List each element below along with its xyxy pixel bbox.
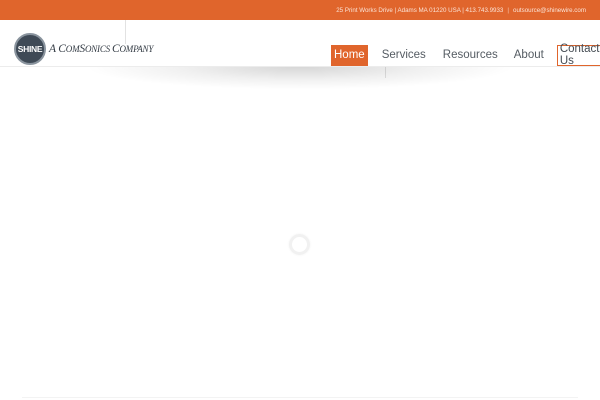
nav-about[interactable]: About xyxy=(511,45,547,66)
shine-logo-badge: SHINE xyxy=(14,33,46,65)
logo-badge-text: SHINE xyxy=(17,44,43,54)
nav-contact-us[interactable]: Contact Us xyxy=(556,43,600,67)
loading-spinner-icon xyxy=(289,234,310,255)
header-shadow xyxy=(90,67,510,89)
logo-tagline: A COMSONICS COMPANY xyxy=(49,43,154,55)
address-phone-text: 25 Print Works Drive | Adams MA 01220 US… xyxy=(336,6,504,14)
site-logo[interactable]: SHINE A COMSONICS COMPANY xyxy=(14,33,153,65)
email-link[interactable]: outsource@shinewire.com xyxy=(513,7,586,14)
nav-resources[interactable]: Resources xyxy=(440,45,501,66)
nav-services[interactable]: Services xyxy=(379,45,429,66)
top-info-bar: 25 Print Works Drive | Adams MA 01220 US… xyxy=(0,0,600,20)
nav-home[interactable]: Home xyxy=(331,44,368,66)
content-bottom-edge xyxy=(22,397,578,398)
separator: | xyxy=(507,6,509,14)
main-nav: Home Services Resources About Contact Us xyxy=(330,43,600,67)
